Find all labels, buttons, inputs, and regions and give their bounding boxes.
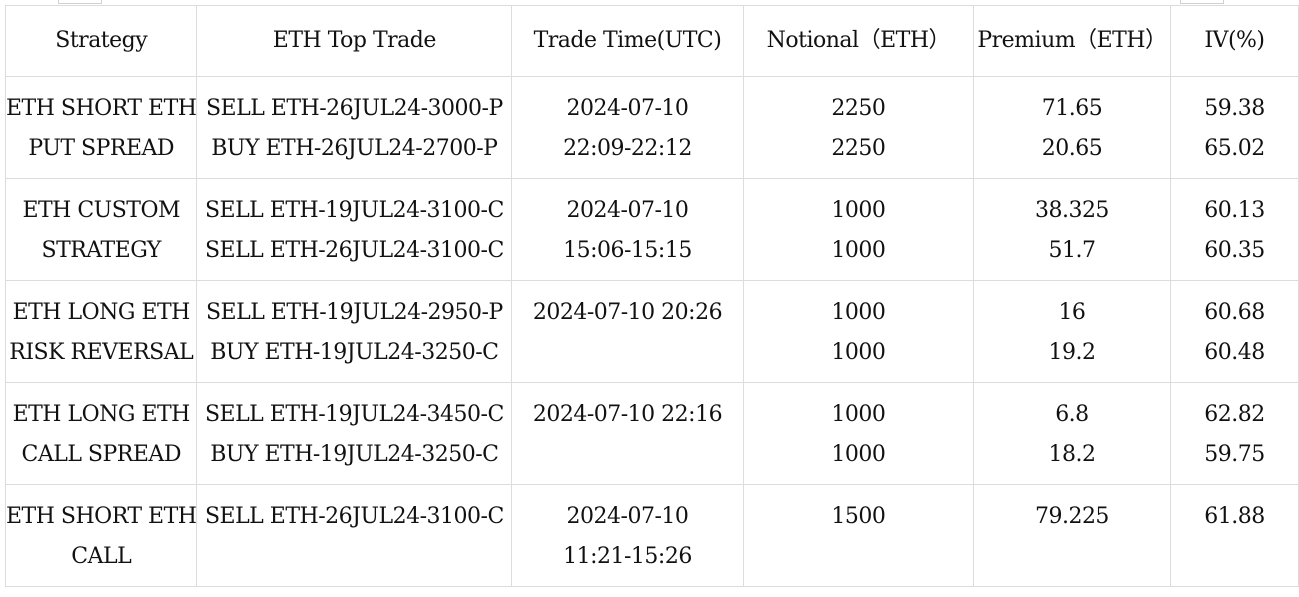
- premium-value: 18.2: [1048, 442, 1096, 467]
- frame-edge-tab: [58, 0, 102, 4]
- trade-line: SELL ETH-19JUL24-2950-P: [205, 300, 503, 325]
- strategy-cell: ETH LONG ETH CALL SPREAD: [4, 382, 198, 485]
- strategy-line: ETH LONG ETH: [12, 300, 191, 325]
- table-row: ETH CUSTOM STRATEGY SELL ETH-19JUL24-3100-…: [4, 178, 1299, 281]
- premium-value: 20.65: [1041, 136, 1103, 161]
- iv-value: 60.48: [1204, 340, 1265, 365]
- header-notional: Notional（ETH）: [742, 5, 975, 77]
- notional-value: 1000: [831, 340, 886, 365]
- trade-line: BUY ETH-19JUL24-3250-C: [210, 442, 499, 467]
- premium-value: 79.225: [1034, 504, 1109, 529]
- trade-line: BUY ETH-26JUL24-2700-P: [211, 136, 498, 161]
- iv-value: 60.13: [1204, 198, 1265, 223]
- strategy-cell: ETH LONG ETH RISK REVERSAL: [4, 280, 198, 383]
- header-premium: Premium（ETH）: [973, 5, 1171, 77]
- premium-value: 16: [1058, 300, 1086, 325]
- premium-cell: 79.225: [973, 484, 1171, 587]
- premium-cell: 38.325 51.7: [973, 178, 1171, 281]
- trade-time-cell: 2024-07-10 22:09-22:12: [511, 76, 744, 179]
- strategy-line: ETH SHORT ETH: [6, 504, 197, 529]
- trade-line: SELL ETH-19JUL24-3100-C: [204, 198, 504, 223]
- trade-line: SELL ETH-26JUL24-3100-C: [204, 238, 504, 263]
- strategy-line: PUT SPREAD: [28, 136, 175, 161]
- premium-value: 71.65: [1041, 96, 1103, 121]
- eth-top-trades-table: Strategy ETH Top Trade Trade Time(UTC) N…: [4, 5, 1299, 587]
- top-trade-cell: SELL ETH-19JUL24-2950-P BUY ETH-19JUL24-3…: [196, 280, 513, 383]
- notional-value: 1000: [831, 442, 886, 467]
- notional-value: 2250: [831, 96, 886, 121]
- notional-value: 2250: [831, 136, 886, 161]
- time-line: 22:09-22:12: [563, 136, 692, 161]
- time-line: 2024-07-10 22:16: [532, 402, 723, 427]
- notional-cell: 1000 1000: [742, 280, 975, 383]
- time-line: 11:21-15:26: [563, 544, 692, 569]
- header-top-trade: ETH Top Trade: [196, 5, 513, 77]
- frame-edge-tab: [1180, 0, 1224, 4]
- top-trade-cell: SELL ETH-26JUL24-3000-P BUY ETH-26JUL24-2…: [196, 76, 513, 179]
- strategy-line: ETH LONG ETH: [12, 402, 191, 427]
- top-trade-cell: SELL ETH-26JUL24-3100-C: [196, 484, 513, 587]
- premium-cell: 71.65 20.65: [973, 76, 1171, 179]
- notional-value: 1000: [831, 300, 886, 325]
- iv-cell: 62.82 59.75: [1169, 382, 1299, 485]
- iv-cell: 59.38 65.02: [1169, 76, 1299, 179]
- notional-cell: 1000 1000: [742, 382, 975, 485]
- trade-time-cell: 2024-07-10 20:26: [511, 280, 744, 383]
- strategy-cell: ETH SHORT ETH PUT SPREAD: [4, 76, 198, 179]
- trade-line: BUY ETH-19JUL24-3250-C: [210, 340, 499, 365]
- header-strategy: Strategy: [4, 5, 198, 77]
- iv-cell: 60.13 60.35: [1169, 178, 1299, 281]
- iv-value: 65.02: [1204, 136, 1265, 161]
- trade-time-cell: 2024-07-10 22:16: [511, 382, 744, 485]
- strategy-line: CALL: [71, 544, 132, 569]
- time-line: 2024-07-10: [566, 198, 689, 223]
- strategy-line: CALL SPREAD: [21, 442, 182, 467]
- trade-time-cell: 2024-07-10 15:06-15:15: [511, 178, 744, 281]
- iv-value: 62.82: [1204, 402, 1265, 427]
- iv-value: 61.88: [1204, 504, 1265, 529]
- time-line: 15:06-15:15: [563, 238, 692, 263]
- premium-cell: 16 19.2: [973, 280, 1171, 383]
- iv-value: 60.68: [1204, 300, 1265, 325]
- table-row: ETH SHORT ETH PUT SPREAD SELL ETH-26JUL24-…: [4, 76, 1299, 179]
- notional-cell: 2250 2250: [742, 76, 975, 179]
- iv-cell: 60.68 60.48: [1169, 280, 1299, 383]
- premium-value: 19.2: [1048, 340, 1096, 365]
- premium-cell: 6.8 18.2: [973, 382, 1171, 485]
- table-row: ETH LONG ETH CALL SPREAD SELL ETH-19JUL24-…: [4, 382, 1299, 485]
- notional-cell: 1500: [742, 484, 975, 587]
- time-line: 2024-07-10: [566, 96, 689, 121]
- notional-value: 1000: [831, 198, 886, 223]
- strategy-cell: ETH SHORT ETH CALL: [4, 484, 198, 587]
- top-trade-cell: SELL ETH-19JUL24-3100-C SELL ETH-26JUL24-…: [196, 178, 513, 281]
- time-line: 2024-07-10: [566, 504, 689, 529]
- trade-time-cell: 2024-07-10 11:21-15:26: [511, 484, 744, 587]
- premium-value: 6.8: [1055, 402, 1089, 427]
- table-row: ETH SHORT ETH CALL SELL ETH-26JUL24-3100-C…: [4, 484, 1299, 587]
- iv-value: 60.35: [1204, 238, 1265, 263]
- header-trade-time: Trade Time(UTC): [511, 5, 744, 77]
- strategy-line: ETH SHORT ETH: [6, 96, 197, 121]
- time-line: 2024-07-10 20:26: [532, 300, 723, 325]
- trade-line: SELL ETH-26JUL24-3000-P: [205, 96, 503, 121]
- notional-value: 1000: [831, 238, 886, 263]
- top-trade-cell: SELL ETH-19JUL24-3450-C BUY ETH-19JUL24-3…: [196, 382, 513, 485]
- header-row: Strategy ETH Top Trade Trade Time(UTC) N…: [4, 5, 1299, 77]
- iv-cell: 61.88: [1169, 484, 1299, 587]
- table-row: ETH LONG ETH RISK REVERSAL SELL ETH-19JUL2…: [4, 280, 1299, 383]
- strategy-cell: ETH CUSTOM STRATEGY: [4, 178, 198, 281]
- premium-value: 51.7: [1048, 238, 1096, 263]
- strategy-line: ETH CUSTOM: [22, 198, 181, 223]
- notional-value: 1000: [831, 402, 886, 427]
- strategy-line: RISK REVERSAL: [9, 340, 194, 365]
- notional-value: 1500: [831, 504, 886, 529]
- notional-cell: 1000 1000: [742, 178, 975, 281]
- trade-line: SELL ETH-26JUL24-3100-C: [204, 504, 504, 529]
- iv-value: 59.38: [1204, 96, 1265, 121]
- premium-value: 38.325: [1034, 198, 1109, 223]
- trade-line: SELL ETH-19JUL24-3450-C: [204, 402, 504, 427]
- header-iv: IV(%): [1169, 5, 1299, 77]
- iv-value: 59.75: [1204, 442, 1265, 467]
- strategy-line: STRATEGY: [41, 238, 162, 263]
